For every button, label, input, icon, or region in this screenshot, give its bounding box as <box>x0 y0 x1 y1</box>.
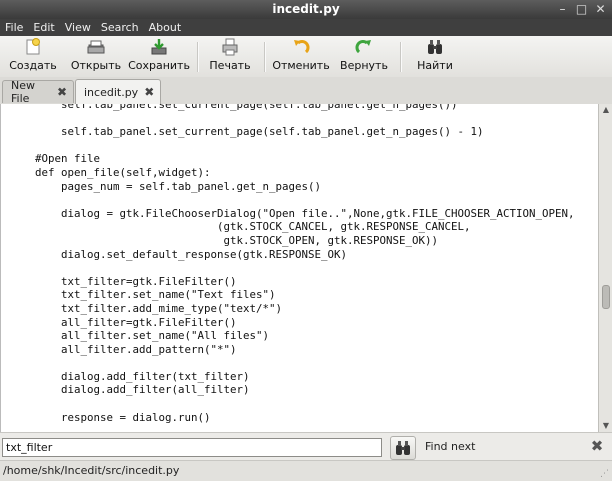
save-button[interactable]: Сохранить <box>128 37 190 75</box>
code-line: all_filter.set_name("All files") <box>9 329 270 343</box>
toolbar: Создать Открыть Сохранить Печать Отменит… <box>0 36 612 78</box>
redo-icon <box>355 40 371 54</box>
menu-search[interactable]: Search <box>96 19 144 36</box>
close-tab-icon[interactable]: ✖ <box>57 85 67 99</box>
code-line: dialog.add_filter(txt_filter) <box>9 369 250 383</box>
menu-view[interactable]: View <box>60 19 96 36</box>
create-button[interactable]: Создать <box>8 37 58 75</box>
tab-label: New File <box>11 79 35 105</box>
code-line: txt_filter.set_name("Text files") <box>9 288 276 302</box>
minimize-button[interactable]: – <box>555 2 570 17</box>
menu-file[interactable]: File <box>0 19 28 36</box>
printer-icon <box>222 38 238 56</box>
save-label: Сохранить <box>128 59 190 72</box>
close-find-bar-icon[interactable]: ✖ <box>588 436 606 456</box>
create-label: Создать <box>9 59 57 72</box>
code-line: dialog.set_default_response(gtk.RESPONSE… <box>9 247 348 261</box>
tab-new-file[interactable]: New File ✖ <box>2 79 74 105</box>
code-line: self.tab_panel.set_current_page(self.tab… <box>9 125 484 139</box>
redo-button[interactable]: Вернуть <box>338 37 390 75</box>
code-line: gtk.STOCK_OPEN, gtk.RESPONSE_OK)) <box>9 233 439 247</box>
scroll-down-arrow-icon[interactable]: ▼ <box>599 420 612 432</box>
window-title: incedit.py <box>272 2 340 16</box>
code-line: def open_file(self,widget): <box>9 165 211 179</box>
save-icon <box>151 39 167 55</box>
maximize-button[interactable]: □ <box>574 2 589 17</box>
scroll-up-arrow-icon[interactable]: ▲ <box>599 104 612 116</box>
code-line: dialog = gtk.FileChooserDialog("Open fil… <box>9 206 575 220</box>
menu-edit[interactable]: Edit <box>28 19 59 36</box>
code-line: txt_filter.add_mime_type("text/*") <box>9 301 283 315</box>
vertical-scrollbar[interactable]: ▲ ▼ <box>598 104 612 432</box>
code-line: all_filter.add_pattern("*") <box>9 342 237 356</box>
window-controls: – □ ✕ <box>555 2 608 17</box>
code-line: dialog.add_filter(all_filter) <box>9 383 250 397</box>
code-text[interactable]: self.tab_panel.set_current_page(self.tab… <box>1 104 575 424</box>
menu-about[interactable]: About <box>144 19 187 36</box>
open-button[interactable]: Открыть <box>68 37 124 75</box>
print-button[interactable]: Печать <box>206 37 254 75</box>
print-label: Печать <box>209 59 251 72</box>
tab-incedit-py[interactable]: incedit.py ✖ <box>75 79 161 104</box>
code-line: txt_filter=gtk.FileFilter() <box>9 274 237 288</box>
find-button[interactable]: Найти <box>412 37 458 75</box>
toolbar-separator <box>264 42 266 72</box>
undo-label: Отменить <box>272 59 330 72</box>
find-bar: Find next ✖ <box>0 432 612 461</box>
code-line: response = dialog.run() <box>9 410 211 424</box>
code-line: #Open file <box>9 152 101 166</box>
tab-label: incedit.py <box>84 85 139 99</box>
code-line: all_filter=gtk.FileFilter() <box>9 315 237 329</box>
close-tab-icon[interactable]: ✖ <box>144 85 154 99</box>
code-line: (gtk.STOCK_CANCEL, gtk.RESPONSE_CANCEL, <box>9 220 471 234</box>
find-next-button[interactable]: Find next <box>425 433 475 461</box>
close-window-button[interactable]: ✕ <box>593 2 608 17</box>
find-binoculars-button[interactable] <box>390 436 416 460</box>
menubar: File Edit View Search About <box>0 19 612 36</box>
open-folder-icon <box>87 40 105 54</box>
redo-label: Вернуть <box>340 59 388 72</box>
code-line: pages_num = self.tab_panel.get_n_pages() <box>9 179 322 193</box>
status-bar: /home/shk/Incedit/src/incedit.py ⋰ <box>0 460 612 481</box>
find-label: Найти <box>417 59 453 72</box>
open-label: Открыть <box>70 59 122 72</box>
binoculars-icon <box>428 40 442 54</box>
undo-icon <box>294 40 310 54</box>
code-editor[interactable]: self.tab_panel.set_current_page(self.tab… <box>0 104 599 432</box>
find-input[interactable] <box>2 438 382 457</box>
undo-button[interactable]: Отменить <box>272 37 330 75</box>
code-line: self.tab_panel.set_current_page(self.tab… <box>9 104 458 111</box>
toolbar-separator <box>197 42 199 72</box>
new-file-icon <box>26 38 40 55</box>
binoculars-icon <box>396 441 410 455</box>
toolbar-separator <box>400 42 402 72</box>
scrollbar-thumb[interactable] <box>602 284 610 309</box>
resize-grip-icon[interactable]: ⋰ <box>600 469 610 479</box>
file-path-status: /home/shk/Incedit/src/incedit.py <box>3 464 180 477</box>
window-titlebar[interactable]: incedit.py – □ ✕ <box>0 0 612 19</box>
tab-strip: New File ✖ incedit.py ✖ <box>0 77 612 105</box>
